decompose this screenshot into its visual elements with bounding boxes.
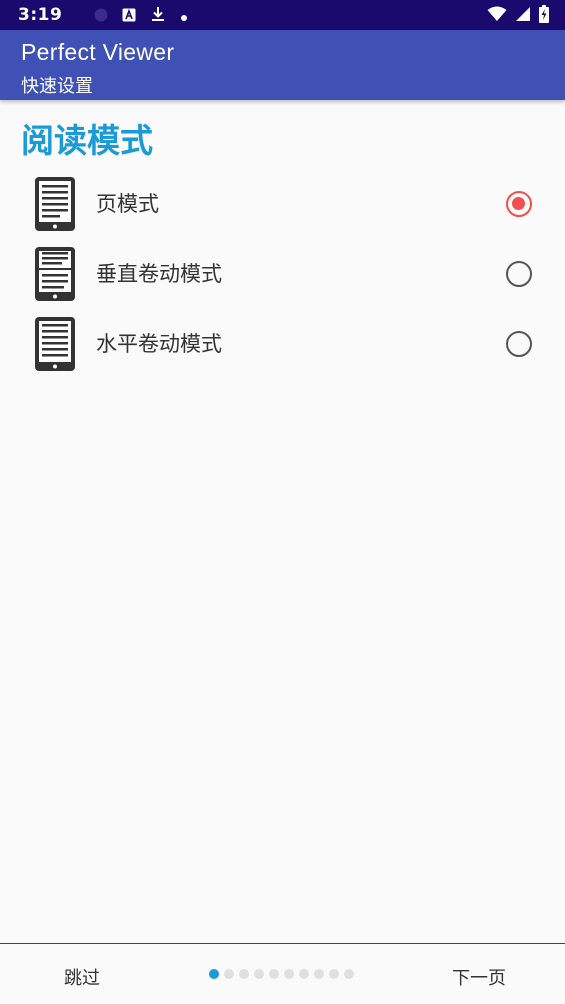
status-time: 3:19 [18,5,63,25]
page-dot [284,969,294,979]
bottom-navigation-bar: 跳过 下一页 [0,943,565,1004]
page-dot [254,969,264,979]
notification-icons [94,6,188,26]
vertical-scroll-icon [34,246,76,302]
next-page-button[interactable]: 下一页 [452,964,506,990]
dot-notification-icon [180,7,188,26]
section-title: 阅读模式 [21,121,153,160]
page-dot [224,969,234,979]
option-label: 页模式 [96,192,159,216]
option-label: 垂直卷动模式 [96,262,222,286]
page-dot [269,969,279,979]
app-subtitle: 快速设置 [21,76,93,97]
page-dot [314,969,324,979]
signal-icon [515,6,531,26]
option-page-mode[interactable]: 页模式 [0,176,565,246]
status-bar: 3:19 [0,0,565,30]
radio-vertical-scroll[interactable] [506,261,532,287]
wifi-icon [487,6,507,26]
system-icons [487,5,549,27]
option-label: 水平卷动模式 [96,332,222,356]
page-dot [299,969,309,979]
radio-horizontal-scroll[interactable] [506,331,532,357]
page-dot [239,969,249,979]
skip-button[interactable]: 跳过 [64,964,100,990]
download-icon [150,6,166,26]
page-dot [344,969,354,979]
app-title: Perfect Viewer [21,39,175,65]
horizontal-scroll-icon [34,316,76,372]
page-dot [329,969,339,979]
page-mode-icon [34,176,76,232]
option-vertical-scroll[interactable]: 垂直卷动模式 [0,246,565,316]
battery-charging-icon [539,5,549,27]
circle-notification-icon [94,7,108,26]
page-indicator [209,969,354,979]
app-bar: Perfect Viewer 快速设置 [0,30,565,100]
option-horizontal-scroll[interactable]: 水平卷动模式 [0,316,565,386]
page-dot-active [209,969,219,979]
keyboard-a-icon [122,7,136,26]
radio-page-mode[interactable] [506,191,532,217]
